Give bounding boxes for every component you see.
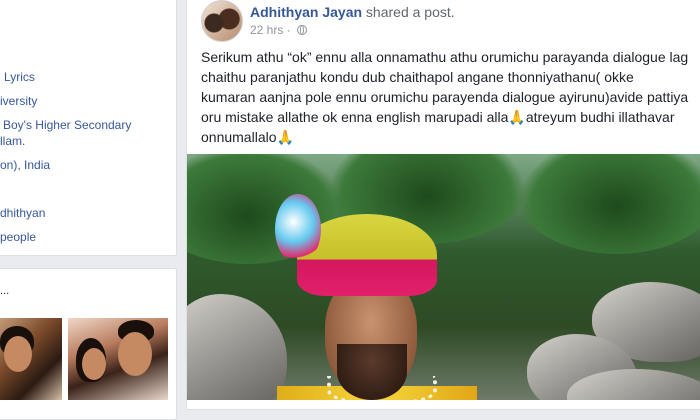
author-name-link[interactable]: Adhithyan Jayan <box>250 4 362 20</box>
intro-item-university[interactable]: iversity <box>0 93 37 109</box>
intro-item-school[interactable]: Boy's Higher Secondary <box>3 117 131 133</box>
photo-face <box>118 332 152 376</box>
author-avatar[interactable] <box>201 0 243 42</box>
post-header: Adhithyan Jayan shared a post. <box>250 4 455 20</box>
post-meta: 22 hrs · <box>250 23 308 37</box>
intro-item-location[interactable]: on), India <box>0 157 50 173</box>
intro-item-lyrics[interactable]: Lyrics <box>4 69 35 85</box>
post-timestamp[interactable]: 22 hrs <box>250 23 283 37</box>
post-text-segment: oru mistake allathe ok enna english maru… <box>201 109 509 125</box>
pray-emoji-icon: 🙏 <box>508 109 526 125</box>
shared-action-text: shared a post. <box>365 4 455 20</box>
image-rock <box>187 294 287 400</box>
pray-emoji-icon: 🙏 <box>276 129 294 145</box>
post-image[interactable] <box>187 154 700 400</box>
intro-item-relationship[interactable]: dhithyan <box>0 205 45 221</box>
left-column: Lyrics iversity Boy's Higher Secondary l… <box>0 0 177 420</box>
intro-item-school-place[interactable]: llam. <box>0 133 25 149</box>
photos-header-dots[interactable]: ... <box>0 285 9 297</box>
photo-face <box>4 336 32 372</box>
post-text-line: kumaran aanjna pole ennu orumichu paraye… <box>201 89 689 105</box>
photo-face <box>82 348 106 380</box>
post-body: Serikum athu “ok” ennu alla onnamathu at… <box>201 47 696 147</box>
post-text-line: Serikum athu “ok” ennu alla onnamathu at… <box>201 49 689 65</box>
post-text-line: chaithu paranjathu kondu dub chaithapol … <box>201 69 634 85</box>
photo-thumbnail[interactable] <box>68 318 168 400</box>
post-text-line-5: onnumallalo🙏 <box>201 127 696 147</box>
image-plume <box>275 194 321 264</box>
post-text-segment: atreyum budhi illathavar <box>525 109 675 125</box>
photo-thumbnail[interactable] <box>0 318 62 400</box>
intro-item-followers[interactable]: people <box>0 229 36 245</box>
meta-separator: · <box>286 23 291 37</box>
image-foliage <box>517 154 700 254</box>
image-necklace <box>327 376 437 400</box>
post-text-segment: onnumallalo <box>201 129 277 145</box>
post-text-line-4: oru mistake allathe ok enna english maru… <box>201 107 696 127</box>
globe-icon[interactable] <box>297 25 308 35</box>
